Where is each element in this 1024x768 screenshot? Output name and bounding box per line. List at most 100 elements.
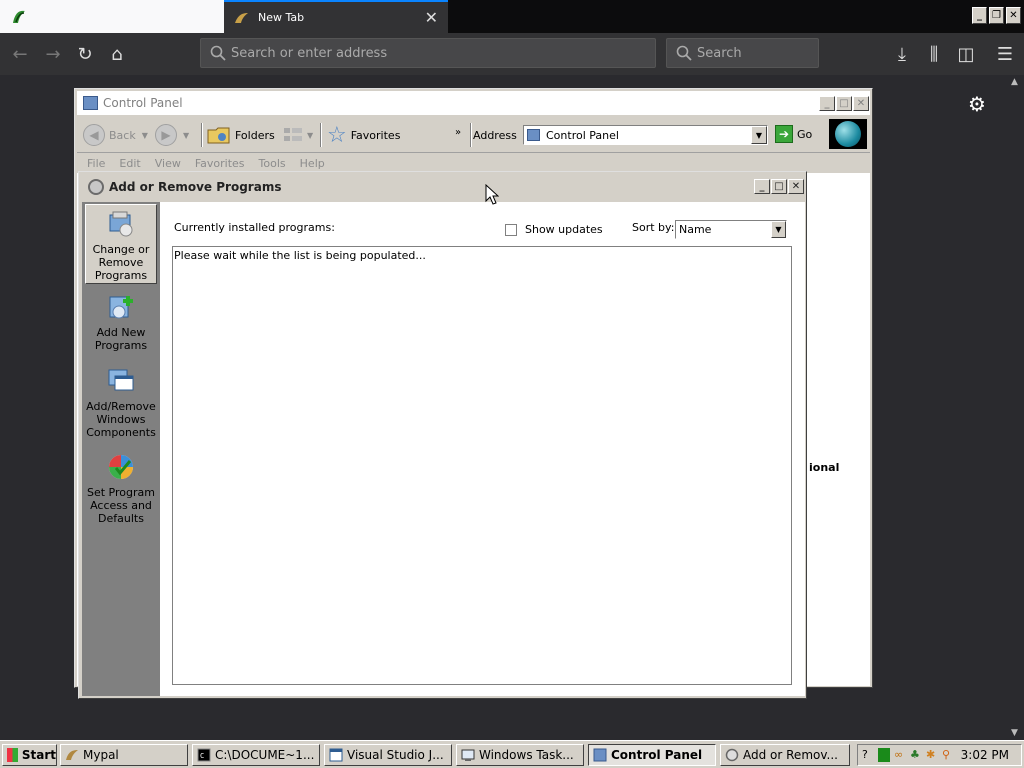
menu-tools[interactable]: Tools — [259, 157, 286, 170]
menu-favorites[interactable]: Favorites — [195, 157, 245, 170]
command-prompt-icon: C — [197, 748, 211, 762]
set-program-access-button[interactable]: Set Program Access and Defaults — [85, 448, 157, 526]
go-label: Go — [797, 127, 813, 141]
control-panel-titlebar[interactable]: Control Panel _ □ ✕ — [77, 91, 870, 115]
maximize-button[interactable]: □ — [771, 179, 787, 194]
search-placeholder: Search — [697, 45, 742, 61]
task-label: Windows Task... — [479, 748, 574, 762]
help-icon[interactable]: ? — [862, 748, 874, 762]
chevron-down-icon[interactable]: ▼ — [771, 221, 786, 238]
windows-globe-logo — [829, 119, 867, 149]
views-grid-icon — [284, 128, 302, 141]
change-remove-programs-icon — [109, 211, 133, 237]
close-button[interactable]: ✕ — [1006, 7, 1021, 24]
sidebar-icon[interactable]: ◫ — [953, 41, 979, 67]
tab-label: New Tab — [258, 11, 305, 24]
checkbox-box[interactable] — [505, 223, 517, 236]
sort-by-select[interactable]: Name ▼ — [675, 220, 787, 239]
windows-logo-icon — [7, 748, 18, 762]
download-icon[interactable]: ⤓ — [889, 41, 915, 67]
minimize-button[interactable]: _ — [972, 7, 987, 24]
address-label: Address — [473, 128, 517, 142]
mypal-icon — [66, 750, 78, 760]
hamburger-menu-icon[interactable]: ☰ — [992, 41, 1018, 67]
back-arrow-icon[interactable]: ← — [7, 41, 33, 67]
home-icon[interactable]: ⌂ — [104, 41, 130, 67]
menu-help[interactable]: Help — [300, 157, 325, 170]
star-icon: ☆ — [327, 122, 347, 148]
task-control-panel[interactable]: Control Panel — [588, 744, 716, 766]
vertical-scrollbar[interactable]: ▲ ▼ — [1008, 75, 1024, 740]
address-dropdown-icon[interactable]: ▼ — [751, 126, 767, 144]
toolbar-overflow-icon[interactable]: » — [455, 119, 461, 145]
status-icon[interactable] — [878, 748, 890, 762]
add-remove-programs-window: Add or Remove Programs _ □ ✕ Change or R… — [78, 171, 807, 699]
task-windows-task-manager[interactable]: Windows Task... — [456, 744, 584, 766]
show-updates-checkbox[interactable]: Show updates — [505, 223, 603, 236]
library-icon[interactable]: ⫼ — [921, 41, 947, 67]
task-mypal[interactable]: Mypal — [60, 744, 188, 766]
change-remove-programs-button[interactable]: Change or Remove Programs — [85, 204, 157, 284]
search-bar[interactable]: Search — [666, 38, 819, 68]
close-button[interactable]: ✕ — [853, 96, 869, 111]
clock[interactable]: 3:02 PM — [961, 748, 1009, 762]
add-remove-titlebar[interactable]: Add or Remove Programs _ □ ✕ — [81, 174, 804, 200]
back-arrow-icon: ◀ — [83, 124, 105, 146]
scroll-down-icon[interactable]: ▼ — [1011, 728, 1018, 738]
address-field[interactable]: Control Panel ▼ — [523, 125, 768, 145]
back-label: Back — [109, 128, 136, 142]
start-button[interactable]: Start — [2, 744, 57, 766]
gear-icon[interactable]: ⚙ — [966, 92, 988, 116]
start-label: Start — [21, 748, 56, 762]
task-visual-studio[interactable]: Visual Studio J... — [324, 744, 452, 766]
go-arrow-icon: ➔ — [775, 125, 793, 143]
close-button[interactable]: ✕ — [788, 179, 804, 194]
magnifier-icon[interactable]: ⚲ — [942, 748, 954, 762]
views-button[interactable]: ▼ — [283, 122, 313, 148]
menu-file[interactable]: File — [87, 157, 105, 170]
sidebar-item-label: Change or Remove Programs — [92, 243, 150, 282]
tray-app-icon[interactable]: ♣ — [910, 748, 922, 762]
search-icon — [210, 45, 226, 61]
control-panel-icon — [83, 96, 98, 110]
folders-button[interactable]: Folders — [207, 122, 275, 148]
maximize-button[interactable]: □ — [836, 96, 852, 111]
forward-button[interactable]: ▶ ▼ — [155, 122, 189, 148]
tab-mypal[interactable] — [0, 0, 224, 33]
forward-arrow-icon: ▶ — [155, 124, 177, 146]
restore-button[interactable]: ❐ — [989, 7, 1004, 24]
tray-settings-icon[interactable]: ✱ — [926, 748, 938, 762]
menu-edit[interactable]: Edit — [119, 157, 140, 170]
add-remove-programs-icon — [725, 748, 739, 762]
window-icon — [329, 748, 343, 762]
task-add-remove-programs[interactable]: Add or Remov... — [720, 744, 850, 766]
chevron-down-icon: ▼ — [141, 130, 148, 140]
task-label: Visual Studio J... — [347, 748, 444, 762]
url-placeholder: Search or enter address — [231, 45, 388, 61]
add-remove-windows-components-button[interactable]: Add/Remove Windows Components — [85, 362, 157, 440]
network-icon[interactable]: ∞ — [894, 748, 906, 762]
task-command-prompt[interactable]: C C:\DOCUME~1... — [192, 744, 320, 766]
search-icon — [676, 45, 692, 61]
close-tab-icon[interactable]: ✕ — [425, 8, 438, 27]
minimize-button[interactable]: _ — [819, 96, 835, 111]
programs-list[interactable]: Please wait while the list is being popu… — [172, 246, 792, 685]
reload-icon[interactable]: ↻ — [72, 41, 98, 67]
task-label: Mypal — [83, 748, 119, 762]
favorites-label: Favorites — [350, 128, 401, 142]
menu-view[interactable]: View — [155, 157, 181, 170]
minimize-button[interactable]: _ — [754, 179, 770, 194]
back-button[interactable]: ◀ Back ▼ — [83, 122, 148, 148]
favorites-button[interactable]: ☆ Favorites — [327, 122, 400, 148]
go-button[interactable]: ➔ Go — [775, 125, 812, 143]
control-panel-icon — [593, 748, 607, 762]
menu-bar: File Edit View Favorites Tools Help — [77, 153, 870, 173]
task-sidebar: Change or Remove Programs Add New Progra… — [82, 202, 160, 696]
add-new-programs-button[interactable]: Add New Programs — [85, 288, 157, 354]
tab-new-tab[interactable]: New Tab ✕ — [224, 0, 448, 33]
url-bar[interactable]: Search or enter address — [200, 38, 656, 68]
forward-arrow-icon[interactable]: → — [40, 41, 66, 67]
add-new-programs-icon — [109, 296, 133, 319]
sort-value: Name — [679, 223, 712, 236]
scroll-up-icon[interactable]: ▲ — [1011, 77, 1018, 87]
